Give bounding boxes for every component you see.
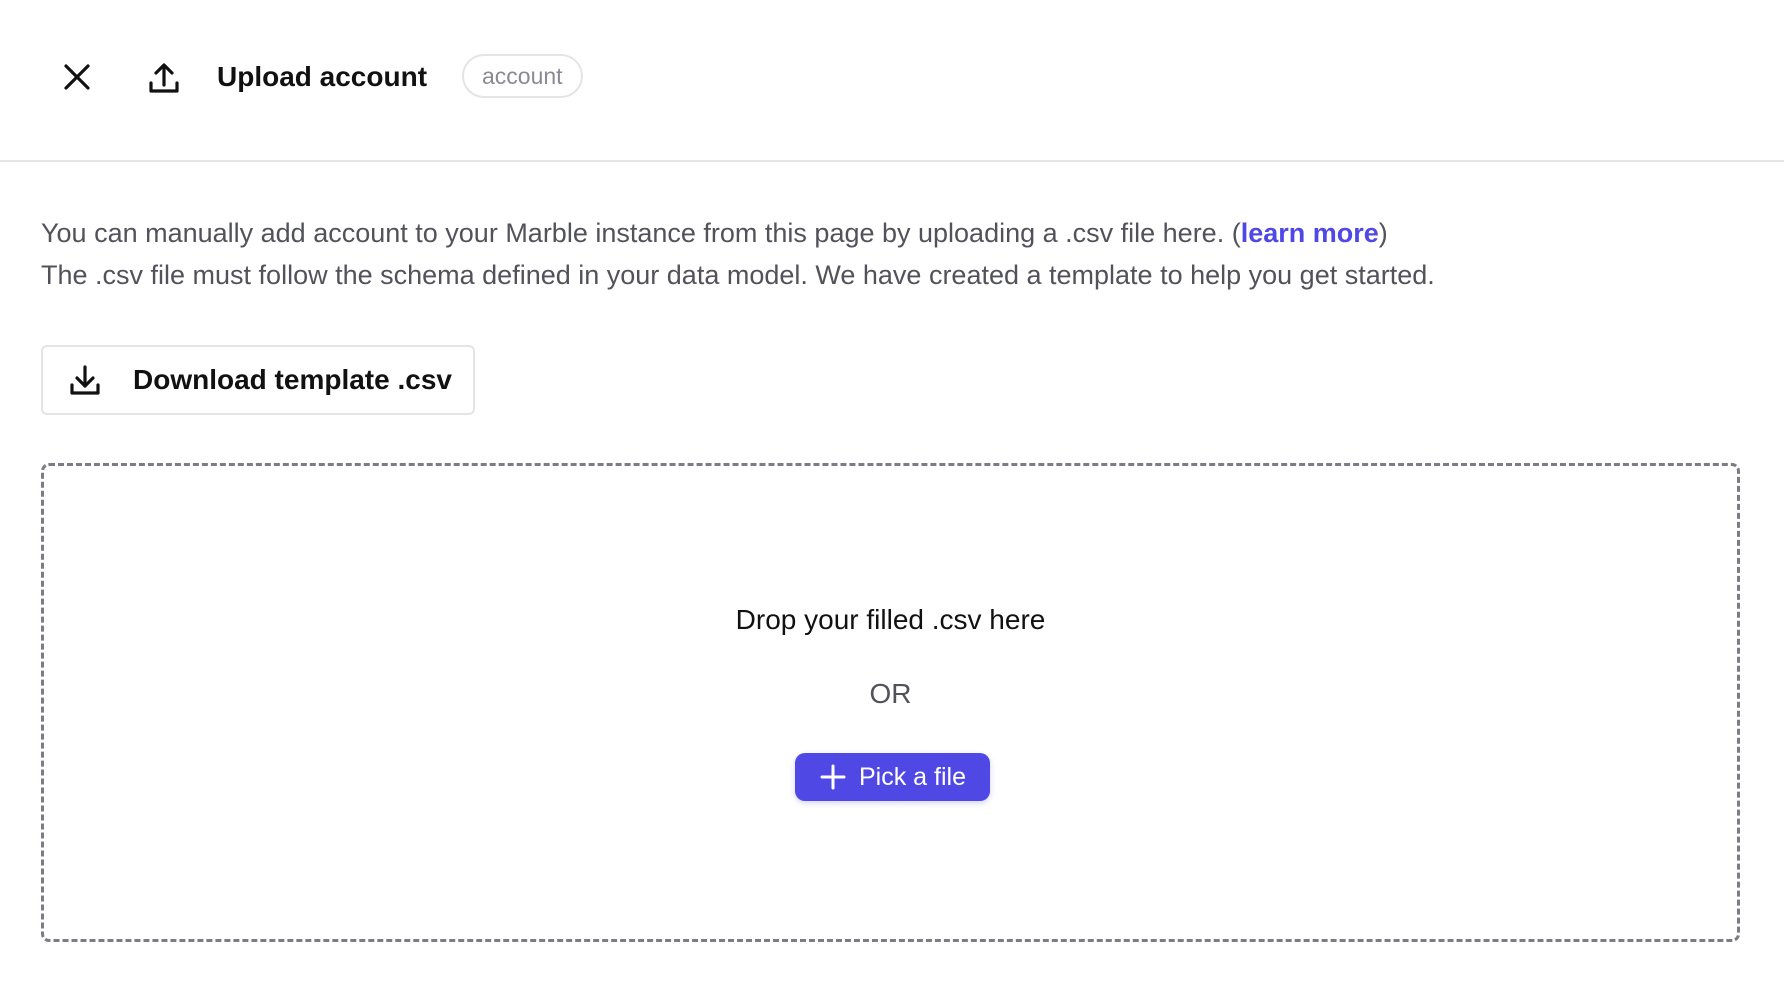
download-template-button[interactable]: Download template .csv bbox=[41, 345, 475, 415]
description-text-1: You can manually add account to your Mar… bbox=[41, 218, 1241, 248]
page-header: Upload account account bbox=[0, 0, 1784, 162]
or-separator: OR bbox=[869, 678, 912, 709]
description: You can manually add account to your Mar… bbox=[41, 212, 1435, 296]
file-dropzone[interactable]: Drop your filled .csv here OR Pick a fil… bbox=[41, 463, 1740, 942]
plus-icon bbox=[819, 763, 847, 791]
description-line-1: You can manually add account to your Mar… bbox=[41, 212, 1435, 254]
pick-file-label: Pick a file bbox=[859, 762, 966, 791]
close-icon bbox=[64, 64, 90, 90]
drop-instruction: Drop your filled .csv here bbox=[735, 604, 1046, 635]
page-title: Upload account bbox=[217, 61, 428, 92]
description-line-2: The .csv file must follow the schema def… bbox=[41, 260, 1435, 290]
table-tag: account bbox=[462, 54, 583, 98]
pick-file-button[interactable]: Pick a file bbox=[795, 753, 990, 801]
download-template-label: Download template .csv bbox=[133, 364, 452, 395]
upload-icon bbox=[149, 63, 179, 93]
description-suffix: ) bbox=[1378, 218, 1388, 248]
download-icon bbox=[65, 360, 105, 400]
learn-more-link[interactable]: learn more bbox=[1241, 218, 1379, 248]
close-button[interactable] bbox=[58, 58, 96, 96]
